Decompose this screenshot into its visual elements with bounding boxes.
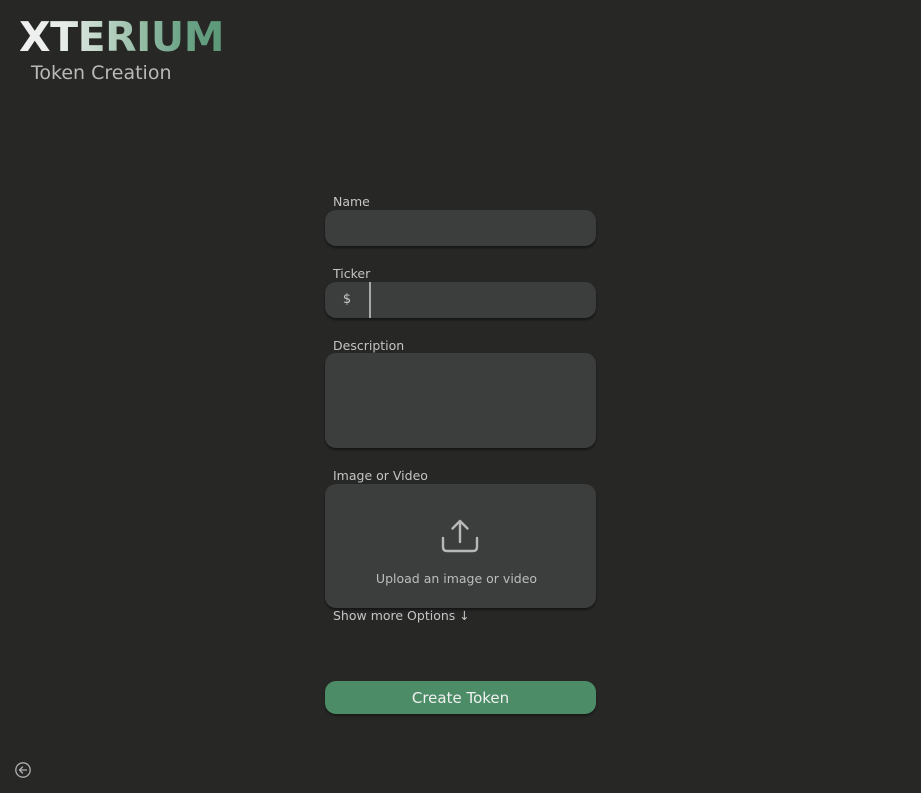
media-upload-dropzone[interactable]: Upload an image or video bbox=[325, 484, 596, 608]
ticker-prefix: $ bbox=[342, 292, 352, 307]
name-input[interactable] bbox=[325, 210, 596, 246]
upload-icon bbox=[441, 519, 479, 553]
ticker-field[interactable]: $ bbox=[325, 282, 596, 318]
back-arrow-icon[interactable] bbox=[14, 761, 32, 779]
show-more-options-toggle[interactable]: Show more Options ↓ bbox=[333, 608, 470, 624]
page-subtitle: Token Creation bbox=[31, 62, 172, 84]
name-label: Name bbox=[333, 194, 370, 209]
create-token-button[interactable]: Create Token bbox=[325, 681, 596, 714]
xterium-logo: XTERIUM bbox=[19, 13, 225, 61]
ticker-label: Ticker bbox=[333, 266, 371, 281]
description-textarea[interactable] bbox=[325, 353, 596, 448]
media-label: Image or Video bbox=[333, 468, 428, 483]
token-creation-page: XTERIUM Token Creation Name Ticker $ Des… bbox=[0, 0, 921, 793]
description-label: Description bbox=[333, 338, 405, 353]
ticker-input[interactable] bbox=[371, 282, 596, 318]
upload-text: Upload an image or video bbox=[375, 571, 538, 586]
